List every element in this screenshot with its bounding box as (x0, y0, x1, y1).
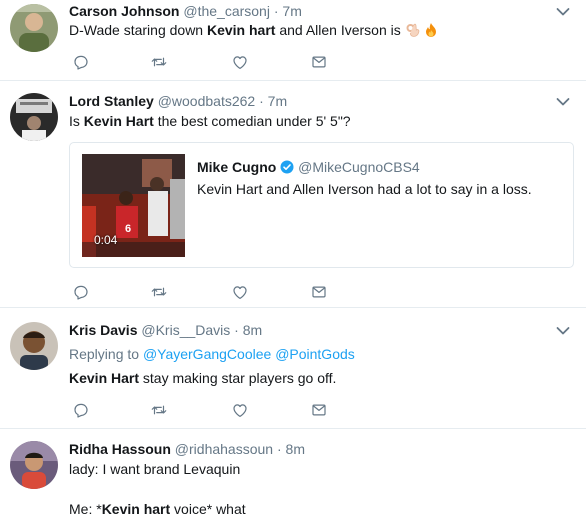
user-handle[interactable]: @the_carsonj (183, 3, 270, 19)
tweet-text: Kevin Hart stay making star players go o… (69, 368, 336, 388)
tweet-actions (72, 401, 342, 421)
separator-dot: · (234, 322, 239, 338)
ok-hand-emoji-icon (405, 22, 421, 38)
highlighted-term: Kevin hart (206, 22, 276, 38)
highlighted-term: Kevin Hart (69, 370, 140, 386)
highlighted-term: Kevin Hart (83, 113, 154, 129)
separator-dot: · (276, 441, 282, 457)
chevron-down-icon[interactable] (556, 7, 570, 17)
message-icon[interactable] (310, 53, 328, 71)
reply-prefix: Replying to (69, 346, 143, 362)
like-icon[interactable] (231, 401, 249, 419)
reply-icon[interactable] (72, 283, 90, 301)
tweet[interactable]: Ridha Hassoun @ridhahassoun · 8m lady: I… (0, 429, 586, 527)
text-segment: voice* what (170, 501, 246, 517)
reply-icon[interactable] (72, 53, 90, 71)
tweet[interactable]: Carson Johnson @the_carsonj · 7m D-Wade … (0, 0, 586, 81)
tweet-header: Ridha Hassoun @ridhahassoun · 8m (69, 440, 305, 458)
tweet-header: Kris Davis @Kris__Davis · 8m (69, 321, 262, 339)
timestamp[interactable]: 7m (268, 93, 287, 109)
like-icon[interactable] (231, 53, 249, 71)
reply-icon[interactable] (72, 401, 90, 419)
text-segment: Is (69, 113, 84, 129)
avatar[interactable] (10, 4, 58, 52)
avatar[interactable] (10, 322, 58, 370)
reply-context: Replying to @YayerGangCoolee @PointGods (69, 344, 355, 364)
text-segment: the best comedian under 5' 5"? (153, 113, 351, 129)
reply-user-link[interactable]: @YayerGangCoolee (143, 346, 271, 362)
quoted-user-handle[interactable]: @MikeCugnoCBS4 (298, 159, 420, 175)
retweet-icon[interactable] (150, 53, 168, 71)
video-duration: 0:04 (94, 233, 118, 247)
timestamp[interactable]: 7m (282, 3, 301, 19)
tweet[interactable]: Kris Davis @Kris__Davis · 8m Replying to… (0, 308, 586, 429)
tweet-actions (72, 283, 342, 303)
avatar[interactable] (10, 441, 58, 489)
tweet-text: Is Kevin Hart the best comedian under 5'… (69, 111, 351, 131)
video-thumbnail[interactable]: 6 0:04 (82, 154, 185, 257)
tweet-text: D-Wade staring down Kevin hart and Allen… (69, 20, 439, 40)
user-handle[interactable]: @ridhahassoun (175, 441, 273, 457)
tweet-header: Lord Stanley @woodbats262 · 7m (69, 92, 287, 110)
user-name[interactable]: Carson Johnson (69, 3, 179, 19)
tweet-text-line: Me: *Kevin hart voice* what (69, 499, 246, 519)
text-segment: stay making star players go off. (139, 370, 337, 386)
fire-emoji-icon (423, 22, 439, 38)
quoted-user-name[interactable]: Mike Cugno (197, 159, 276, 175)
user-name[interactable]: Ridha Hassoun (69, 441, 171, 457)
chevron-down-icon[interactable] (556, 97, 570, 107)
chevron-down-icon[interactable] (556, 326, 570, 336)
like-icon[interactable] (231, 283, 249, 301)
message-icon[interactable] (310, 401, 328, 419)
tweet[interactable]: Lord Stanley @woodbats262 · 7m Is Kevin … (0, 81, 586, 308)
retweet-icon[interactable] (150, 283, 168, 301)
user-name[interactable]: Kris Davis (69, 322, 137, 338)
avatar[interactable] (10, 93, 58, 141)
user-handle[interactable]: @Kris__Davis (141, 322, 230, 338)
text-segment: Me: * (69, 501, 102, 517)
tweet-header: Carson Johnson @the_carsonj · 7m (69, 2, 302, 20)
timestamp[interactable]: 8m (286, 441, 305, 457)
highlighted-term: Kevin hart (101, 501, 171, 517)
quoted-tweet-header: Mike Cugno @MikeCugnoCBS4 (197, 157, 420, 177)
timestamp[interactable]: 8m (243, 322, 262, 338)
user-name[interactable]: Lord Stanley (69, 93, 154, 109)
user-handle[interactable]: @woodbats262 (158, 93, 256, 109)
quoted-tweet-card[interactable]: 6 0:04 Mike Cugno @MikeCugnoCBS4 Kevin H… (69, 142, 574, 268)
text-segment: D-Wade staring down (69, 22, 207, 38)
separator-dot: · (273, 3, 279, 19)
reply-user-link[interactable]: @PointGods (275, 346, 355, 362)
retweet-icon[interactable] (150, 401, 168, 419)
message-icon[interactable] (310, 283, 328, 301)
tweet-text-line: lady: I want brand Levaquin (69, 461, 241, 477)
text-segment: and Allen Iverson is (275, 22, 405, 38)
svg-text:6: 6 (125, 223, 131, 235)
verified-icon (280, 159, 294, 174)
tweet-actions (72, 53, 342, 73)
quoted-tweet-text: Kevin Hart and Allen Iverson had a lot t… (197, 181, 532, 197)
separator-dot: · (259, 93, 264, 109)
